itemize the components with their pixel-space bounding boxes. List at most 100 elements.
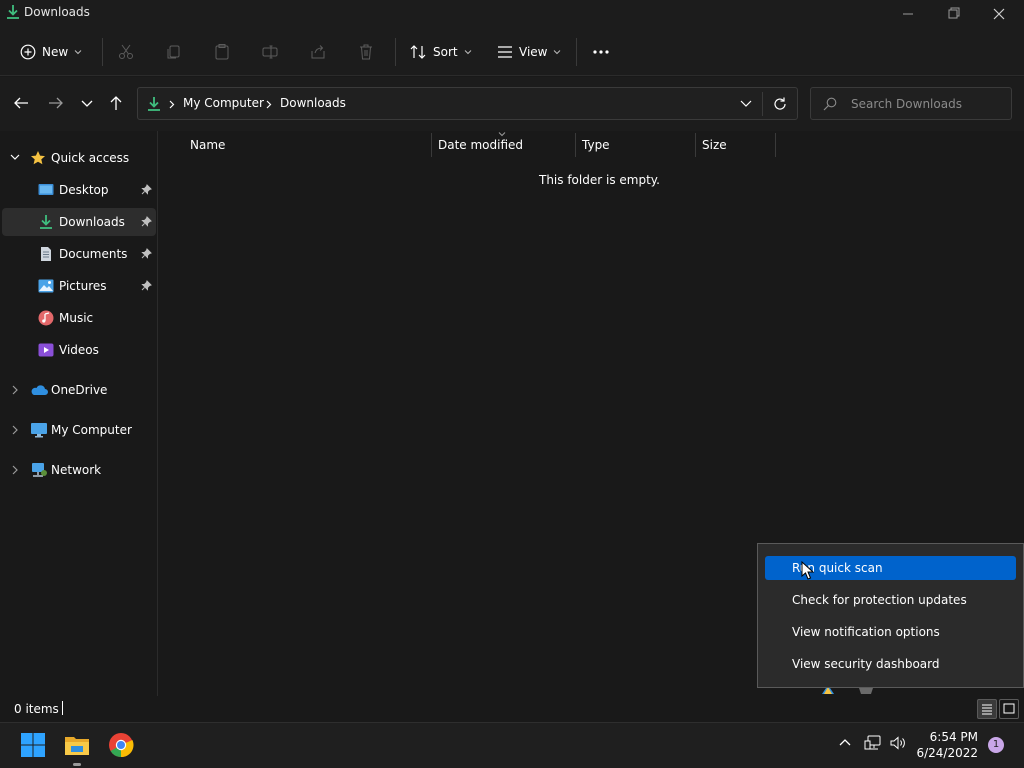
command-separator [102, 38, 103, 66]
sidebar-item-label: Videos [59, 343, 99, 357]
empty-folder-message: This folder is empty. [539, 173, 660, 187]
close-button[interactable] [984, 4, 1014, 24]
sort-icon [409, 44, 427, 60]
chrome-icon[interactable] [108, 732, 134, 758]
breadcrumb-chevron-icon [266, 100, 272, 109]
mouse-cursor-icon [801, 561, 815, 581]
sidebar-item-downloads[interactable]: Downloads [2, 208, 156, 236]
search-icon [823, 97, 837, 111]
view-button-label: View [519, 45, 548, 59]
column-header-label: Name [190, 138, 226, 152]
copy-icon [165, 43, 183, 61]
chevron-down-icon [464, 49, 472, 55]
notification-badge[interactable]: 1 [988, 737, 1004, 753]
file-explorer-icon[interactable] [64, 732, 90, 758]
sidebar-item-music[interactable]: Music [2, 304, 156, 332]
clock-date[interactable]: 6/24/2022 [914, 746, 978, 760]
desktop-icon [38, 182, 54, 198]
menu-item-label: View security dashboard [792, 657, 940, 671]
breadcrumb-downloads[interactable]: Downloads [280, 96, 346, 110]
volume-icon[interactable] [889, 735, 907, 751]
menu-item-check-protection-updates[interactable]: Check for protection updates [765, 588, 1016, 612]
start-icon[interactable] [20, 732, 46, 758]
computer-icon [30, 422, 48, 438]
download-icon [147, 96, 161, 112]
back-button[interactable] [12, 95, 32, 113]
active-app-indicator [73, 763, 81, 766]
rename-icon [261, 43, 279, 61]
new-button-label: New [42, 45, 69, 59]
clock-time[interactable]: 6:54 PM [922, 730, 978, 744]
sidebar-item-onedrive[interactable]: OneDrive [2, 376, 156, 404]
chevron-right-icon[interactable] [11, 425, 19, 435]
share-icon [309, 43, 327, 61]
share-button[interactable] [309, 39, 327, 65]
column-header-size[interactable]: Size [696, 131, 776, 159]
sidebar-item-pictures[interactable]: Pictures [2, 272, 156, 300]
taskbar: 6:54 PM 6/24/2022 1 [0, 722, 1024, 768]
sidebar-item-label: Music [59, 311, 94, 325]
column-header-label: Size [702, 138, 727, 152]
sidebar-item-documents[interactable]: Documents [2, 240, 156, 268]
address-row: My Computer Downloads Search Downloads [0, 77, 1024, 131]
paste-icon [213, 43, 231, 61]
sidebar-item-quick-access[interactable]: Quick access [2, 144, 156, 172]
command-bar: New Sort View [0, 28, 1024, 76]
sidebar-item-label: Desktop [59, 183, 109, 197]
minimize-button[interactable] [893, 4, 923, 24]
menu-item-label: Check for protection updates [792, 593, 967, 607]
column-divider[interactable] [775, 133, 776, 157]
restore-button[interactable] [938, 4, 968, 24]
paste-button[interactable] [213, 39, 231, 65]
chevron-right-icon[interactable] [11, 385, 19, 395]
pictures-icon [38, 278, 54, 294]
onedrive-icon [30, 382, 48, 398]
chevron-up-icon[interactable] [838, 737, 852, 747]
recent-locations-button[interactable] [80, 95, 100, 113]
sidebar-item-label: Documents [59, 247, 128, 261]
more-dots-icon [592, 49, 610, 55]
download-icon [6, 4, 20, 20]
sidebar-item-desktop[interactable]: Desktop [2, 176, 156, 204]
network-icon [30, 462, 48, 478]
view-button[interactable]: View [497, 39, 561, 65]
sort-button[interactable]: Sort [409, 39, 472, 65]
menu-item-view-notification-options[interactable]: View notification options [765, 620, 1016, 644]
delete-button[interactable] [357, 39, 375, 65]
scissors-icon [117, 43, 135, 61]
address-history-dropdown[interactable] [740, 99, 752, 108]
status-divider [62, 701, 63, 715]
network-status-icon[interactable] [864, 735, 882, 751]
up-button[interactable] [107, 95, 127, 113]
chevron-down-icon [74, 49, 82, 55]
view-list-icon [497, 45, 513, 59]
forward-button[interactable] [47, 95, 67, 113]
column-header-label: Date modified [438, 138, 524, 152]
more-options-button[interactable] [592, 39, 610, 65]
rename-button[interactable] [261, 39, 279, 65]
details-view-toggle[interactable] [977, 699, 997, 719]
refresh-icon[interactable] [772, 96, 788, 112]
large-icons-view-toggle[interactable] [999, 699, 1019, 719]
search-box[interactable]: Search Downloads [810, 87, 1012, 120]
sidebar-item-videos[interactable]: Videos [2, 336, 156, 364]
command-separator [395, 38, 396, 66]
copy-button[interactable] [165, 39, 183, 65]
column-header-date-modified[interactable]: Date modified [432, 131, 576, 159]
sidebar-item-network[interactable]: Network [2, 456, 156, 484]
chevron-down-icon[interactable] [10, 153, 20, 161]
sidebar-item-label: My Computer [51, 423, 132, 437]
breadcrumb-my-computer[interactable]: My Computer [183, 96, 264, 110]
videos-icon [38, 342, 54, 358]
sidebar-item-my-computer[interactable]: My Computer [2, 416, 156, 444]
column-header-type[interactable]: Type [576, 131, 696, 159]
chevron-right-icon[interactable] [11, 465, 19, 475]
chevron-down-icon [553, 49, 561, 55]
sidebar-item-label: OneDrive [51, 383, 108, 397]
tray-context-menu: Run quick scan Check for protection upda… [757, 543, 1024, 688]
column-header-name[interactable]: Name [159, 131, 432, 159]
address-bar[interactable]: My Computer Downloads [137, 87, 798, 120]
menu-item-view-security-dashboard[interactable]: View security dashboard [765, 652, 1016, 676]
new-button[interactable]: New [20, 39, 82, 65]
cut-button[interactable] [117, 39, 135, 65]
